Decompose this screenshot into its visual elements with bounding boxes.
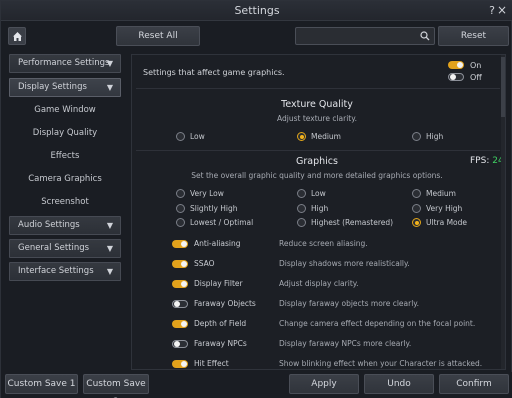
window-title: Settings — [234, 4, 280, 17]
setting-toggle[interactable] — [172, 360, 188, 368]
setting-name: Faraway Objects — [194, 299, 256, 308]
setting-description: Display faraway NPCs more clearly. — [279, 339, 412, 348]
radio-button[interactable] — [412, 132, 421, 141]
radio-option-label[interactable]: Very High — [426, 204, 462, 213]
home-button[interactable] — [8, 27, 26, 45]
chevron-down-icon: ▼ — [106, 267, 113, 276]
legend-on-toggle-icon — [448, 61, 464, 69]
reset-all-button[interactable]: Reset All — [116, 26, 200, 46]
setting-name: Depth of Field — [194, 319, 247, 328]
radio-option-label[interactable]: High — [311, 204, 328, 213]
divider — [136, 150, 500, 151]
scrollbar[interactable] — [501, 55, 505, 369]
title-bar: Settings ? × — [1, 1, 512, 21]
radio-option-label[interactable]: Lowest / Optimal — [190, 218, 253, 227]
radio-button[interactable] — [176, 218, 185, 227]
graphics-title: Graphics — [296, 156, 338, 167]
sidebar-subitem-camera-graphics[interactable]: Camera Graphics — [9, 169, 121, 189]
radio-button[interactable] — [176, 189, 185, 198]
sidebar-item-label: General Settings — [18, 243, 90, 253]
fps-readout: FPS: 24 — [470, 156, 504, 166]
chevron-down-icon: ▼ — [106, 83, 113, 92]
custom-save-1-button[interactable]: Custom Save 1 — [5, 374, 78, 394]
radio-option-label[interactable]: Slightly High — [190, 204, 238, 213]
chevron-down-icon: ▼ — [106, 59, 113, 68]
setting-description: Reduce screen aliasing. — [279, 239, 368, 248]
search-input[interactable] — [296, 28, 414, 44]
sidebar-item-general[interactable]: General Settings ▼ — [9, 239, 121, 258]
radio-button[interactable] — [297, 189, 306, 198]
settings-content: Settings that affect game graphics. On O… — [131, 54, 506, 370]
radio-option-label[interactable]: Low — [190, 132, 205, 141]
radio-option-label[interactable]: High — [426, 132, 443, 141]
custom-save-2-button[interactable]: Custom Save 2 — [83, 374, 149, 398]
reset-button[interactable]: Reset — [438, 26, 509, 46]
close-button[interactable]: × — [497, 3, 507, 17]
setting-name: Faraway NPCs — [194, 339, 247, 348]
graphics-desc: Set the overall graphic quality and more… — [191, 171, 443, 180]
chevron-down-icon: ▼ — [106, 221, 113, 230]
sidebar-item-interface[interactable]: Interface Settings ▼ — [9, 262, 121, 281]
sidebar-subitem-display-quality[interactable]: Display Quality — [9, 123, 121, 143]
sidebar-item-label: Interface Settings — [18, 266, 94, 276]
setting-description: Display shadows more realistically. — [279, 259, 410, 268]
setting-name: Hit Effect — [194, 359, 229, 368]
radio-option-label[interactable]: Highest (Remastered) — [311, 218, 393, 227]
sidebar-item-label: Audio Settings — [18, 220, 80, 230]
fps-label: FPS: — [470, 156, 490, 166]
sidebar-item-display[interactable]: Display Settings ▼ — [9, 78, 121, 97]
setting-description: Display faraway objects more clearly. — [279, 299, 420, 308]
legend-on-label: On — [470, 61, 482, 70]
confirm-button[interactable]: Confirm — [439, 374, 509, 394]
section-intro: Settings that affect game graphics. — [143, 68, 285, 77]
radio-option-label[interactable]: Low — [311, 189, 326, 198]
radio-button[interactable] — [412, 189, 421, 198]
setting-toggle[interactable] — [172, 340, 188, 348]
setting-toggle[interactable] — [172, 260, 188, 268]
setting-toggle[interactable] — [172, 240, 188, 248]
radio-option-label[interactable]: Medium — [311, 132, 341, 141]
setting-toggle[interactable] — [172, 320, 188, 328]
setting-name: Anti-aliasing — [194, 239, 241, 248]
radio-option-label[interactable]: Ultra Mode — [426, 218, 467, 227]
setting-description: Show blinking effect when your Character… — [279, 359, 483, 368]
sidebar-item-performance[interactable]: Performance Settings ▼ — [9, 54, 121, 73]
setting-description: Adjust display clarity. — [279, 279, 359, 288]
search-box[interactable] — [295, 27, 435, 45]
setting-toggle[interactable] — [172, 300, 188, 308]
radio-option-label[interactable]: Medium — [426, 189, 456, 198]
radio-button[interactable] — [297, 204, 306, 213]
setting-name: Display Filter — [194, 279, 243, 288]
settings-window: Settings ? × Reset All Reset Performance… — [0, 0, 512, 398]
texture-quality-desc: Adjust texture clarity. — [277, 114, 357, 123]
undo-button[interactable]: Undo — [364, 374, 434, 394]
settings-sidebar: Performance Settings ▼ Display Settings … — [9, 54, 122, 370]
radio-button[interactable] — [297, 218, 306, 227]
radio-button[interactable] — [176, 204, 185, 213]
scrollbar-thumb[interactable] — [501, 57, 505, 117]
setting-name: SSAO — [194, 259, 215, 268]
legend-off-label: Off — [470, 73, 482, 82]
sidebar-subitem-screenshot[interactable]: Screenshot — [9, 192, 121, 212]
legend-off-toggle-icon — [448, 73, 464, 81]
radio-button[interactable] — [412, 218, 421, 227]
setting-toggle[interactable] — [172, 280, 188, 288]
sidebar-item-label: Display Settings — [18, 82, 87, 92]
home-icon — [13, 32, 22, 41]
setting-description: Change camera effect depending on the fo… — [279, 319, 476, 328]
apply-button[interactable]: Apply — [289, 374, 359, 394]
sidebar-subitem-game-window[interactable]: Game Window — [9, 100, 121, 120]
search-icon[interactable] — [420, 31, 430, 41]
radio-button[interactable] — [176, 132, 185, 141]
radio-button[interactable] — [412, 204, 421, 213]
help-button[interactable]: ? — [489, 4, 495, 17]
sidebar-subitem-effects[interactable]: Effects — [9, 146, 121, 166]
radio-button[interactable] — [297, 132, 306, 141]
texture-quality-title: Texture Quality — [281, 99, 353, 110]
chevron-down-icon: ▼ — [106, 244, 113, 253]
sidebar-item-audio[interactable]: Audio Settings ▼ — [9, 216, 121, 235]
divider — [136, 88, 500, 89]
radio-option-label[interactable]: Very Low — [190, 189, 224, 198]
sidebar-item-label: Performance Settings — [18, 58, 110, 68]
